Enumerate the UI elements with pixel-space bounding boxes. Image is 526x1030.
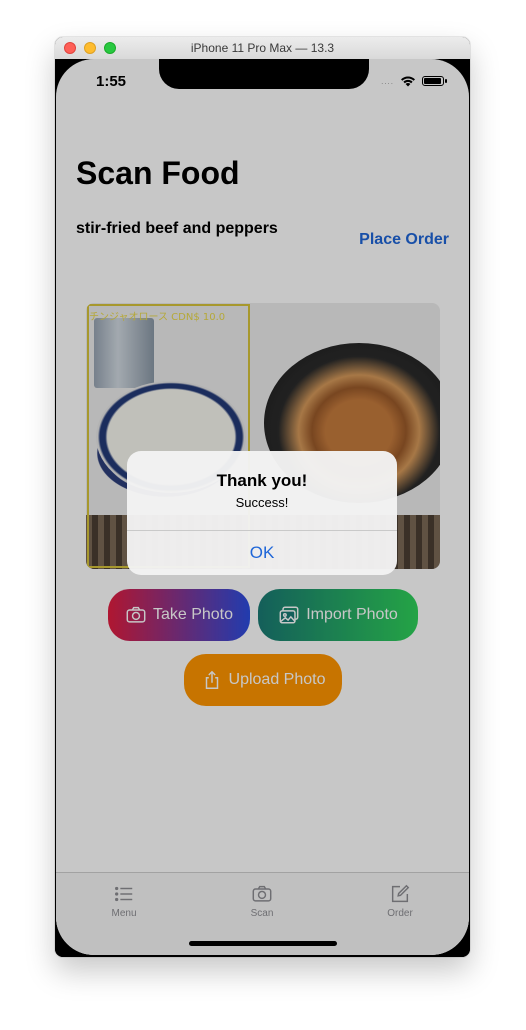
simulator-titlebar: iPhone 11 Pro Max — 13.3	[55, 37, 470, 60]
close-window-button[interactable]	[64, 42, 76, 54]
simulator-window: iPhone 11 Pro Max — 13.3 1:55 .... Scan …	[55, 37, 470, 957]
window-title: iPhone 11 Pro Max — 13.3	[190, 41, 335, 55]
phone-screen: 1:55 .... Scan Food stir-fried beef and …	[56, 59, 469, 955]
phone-frame: 1:55 .... Scan Food stir-fried beef and …	[55, 59, 470, 957]
alert-ok-button[interactable]: OK	[127, 531, 397, 575]
minimize-window-button[interactable]	[84, 42, 96, 54]
alert-title: Thank you!	[216, 471, 308, 490]
alert-dialog: Thank you! Success! OK	[127, 451, 397, 575]
alert-message: Success!	[235, 495, 289, 510]
home-indicator[interactable]	[189, 941, 337, 946]
zoom-window-button[interactable]	[104, 42, 116, 54]
